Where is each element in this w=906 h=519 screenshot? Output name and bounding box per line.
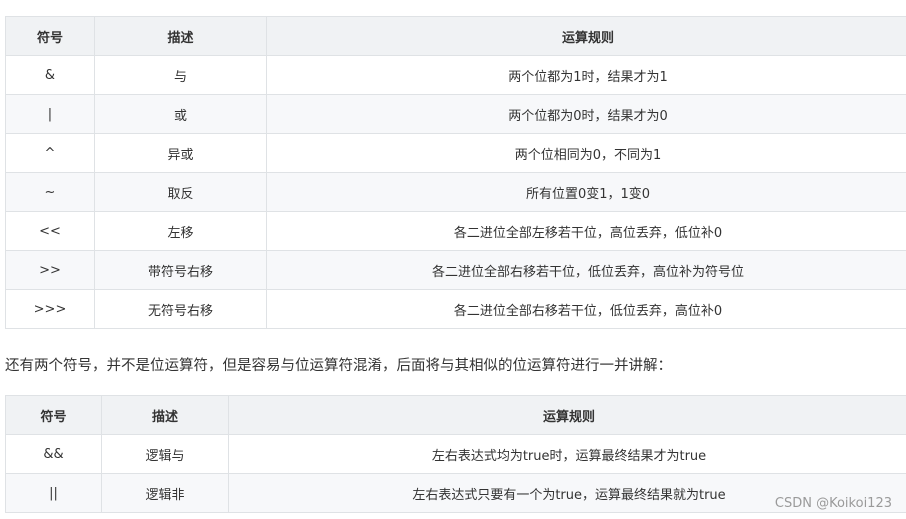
cell-description: 逻辑与 — [101, 434, 229, 474]
cell-symbol: | — [5, 94, 95, 134]
cell-rule: 所有位置0变1，1变0 — [266, 172, 906, 212]
cell-rule: 各二进位全部右移若干位，低位丢弃，高位补为符号位 — [266, 250, 906, 290]
header-description: 描述 — [101, 395, 229, 435]
cell-description: 异或 — [94, 133, 267, 173]
table-header-row: 符号 描述 运算规则 — [5, 395, 906, 435]
table-row: << 左移 各二进位全部左移若干位，高位丢弃，低位补0 — [5, 211, 906, 251]
cell-symbol: || — [5, 473, 102, 513]
table-row: >>> 无符号右移 各二进位全部右移若干位，低位丢弃，高位补0 — [5, 289, 906, 329]
cell-symbol: >>> — [5, 289, 95, 329]
cell-rule: 两个位相同为0，不同为1 — [266, 133, 906, 173]
header-rule: 运算规则 — [228, 395, 906, 435]
cell-description: 与 — [94, 55, 267, 95]
logical-operators-table: 符号 描述 运算规则 && 逻辑与 左右表达式均为true时，运算最终结果才为t… — [5, 395, 906, 513]
table-row: ^ 异或 两个位相同为0，不同为1 — [5, 133, 906, 173]
bitwise-operators-table: 符号 描述 运算规则 & 与 两个位都为1时，结果才为1 | 或 两个位都为0时… — [5, 16, 906, 329]
cell-rule: 两个位都为0时，结果才为0 — [266, 94, 906, 134]
cell-symbol: && — [5, 434, 102, 474]
header-symbol: 符号 — [5, 395, 102, 435]
explanation-paragraph: 还有两个符号，并不是位运算符，但是容易与位运算符混淆，后面将与其相似的位运算符进… — [5, 358, 672, 374]
table-row: && 逻辑与 左右表达式均为true时，运算最终结果才为true — [5, 434, 906, 474]
table-row: || 逻辑非 左右表达式只要有一个为true，运算最终结果就为true — [5, 473, 906, 513]
cell-rule: 左右表达式均为true时，运算最终结果才为true — [228, 434, 906, 474]
table-row: ~ 取反 所有位置0变1，1变0 — [5, 172, 906, 212]
cell-description: 取反 — [94, 172, 267, 212]
table-header-row: 符号 描述 运算规则 — [5, 16, 906, 56]
cell-rule: 两个位都为1时，结果才为1 — [266, 55, 906, 95]
header-symbol: 符号 — [5, 16, 95, 56]
cell-description: 带符号右移 — [94, 250, 267, 290]
cell-symbol: << — [5, 211, 95, 251]
cell-description: 左移 — [94, 211, 267, 251]
cell-symbol: ~ — [5, 172, 95, 212]
table-row: & 与 两个位都为1时，结果才为1 — [5, 55, 906, 95]
header-description: 描述 — [94, 16, 267, 56]
cell-description: 或 — [94, 94, 267, 134]
cell-symbol: & — [5, 55, 95, 95]
cell-description: 逻辑非 — [101, 473, 229, 513]
cell-symbol: >> — [5, 250, 95, 290]
header-rule: 运算规则 — [266, 16, 906, 56]
cell-rule: 各二进位全部右移若干位，低位丢弃，高位补0 — [266, 289, 906, 329]
cell-rule: 各二进位全部左移若干位，高位丢弃，低位补0 — [266, 211, 906, 251]
cell-symbol: ^ — [5, 133, 95, 173]
cell-description: 无符号右移 — [94, 289, 267, 329]
table-row: | 或 两个位都为0时，结果才为0 — [5, 94, 906, 134]
csdn-watermark: CSDN @Koikoi123 — [774, 496, 892, 511]
table-row: >> 带符号右移 各二进位全部右移若干位，低位丢弃，高位补为符号位 — [5, 250, 906, 290]
